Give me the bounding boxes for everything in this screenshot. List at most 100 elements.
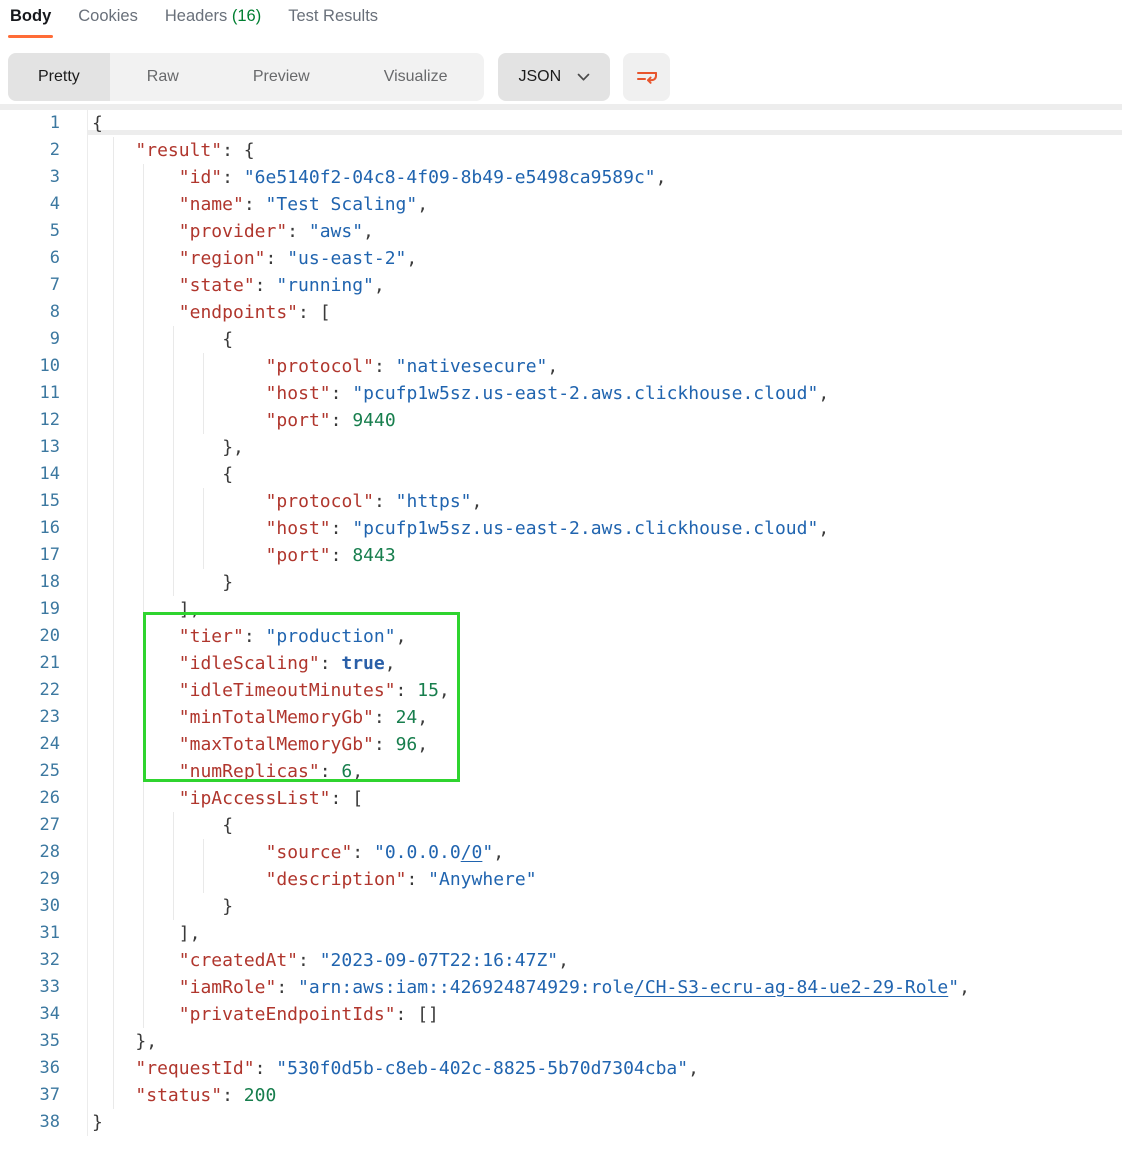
indent-guide (143, 839, 144, 866)
token-p: : (374, 734, 396, 755)
indent-guide (143, 731, 144, 758)
indent-guide (113, 947, 114, 974)
line-number: 9 (0, 326, 88, 353)
indent-guide (203, 839, 204, 866)
line-number: 10 (0, 353, 88, 380)
token-p: , (396, 626, 407, 647)
token-k: "tier" (179, 626, 244, 647)
token-k: "description" (266, 869, 407, 890)
line-number: 38 (0, 1109, 88, 1136)
response-body-editor[interactable]: 1{2"result": {3"id": "6e5140f2-04c8-4f09… (0, 110, 1122, 1166)
code-text: ], (179, 596, 201, 623)
indent-guide (173, 326, 174, 353)
indent-guide (143, 974, 144, 1001)
indent-guide (203, 515, 204, 542)
tab-body-label: Body (10, 7, 51, 25)
token-p: , (558, 950, 569, 971)
code-text: "maxTotalMemoryGb": 96, (179, 731, 428, 758)
code-text: "port": 9440 (266, 407, 396, 434)
token-s: "arn:aws:iam::426924874929:role (298, 977, 634, 998)
token-p: , (547, 356, 558, 377)
indent-guide (113, 326, 114, 353)
view-preview-button[interactable]: Preview (216, 53, 347, 101)
indent-guide (203, 488, 204, 515)
view-raw-button[interactable]: Raw (110, 53, 216, 101)
tab-cookies[interactable]: Cookies (78, 7, 138, 38)
token-p: : (331, 383, 353, 404)
line-number: 21 (0, 650, 88, 677)
token-p: , (818, 518, 829, 539)
token-p: }, (222, 437, 244, 458)
view-pretty-button[interactable]: Pretty (8, 53, 110, 101)
line-number: 2 (0, 137, 88, 164)
code-text: ], (179, 920, 201, 947)
indent-guide (113, 164, 114, 191)
indent-guide (143, 488, 144, 515)
indent-guide (173, 407, 174, 434)
tab-test-results[interactable]: Test Results (288, 7, 378, 38)
indent-guide (113, 407, 114, 434)
token-p: : (244, 626, 266, 647)
format-select-dropdown[interactable]: JSON (498, 53, 610, 101)
code-text: "iamRole": "arn:aws:iam::426924874929:ro… (179, 974, 970, 1001)
line-number: 1 (0, 110, 88, 137)
token-p: : (396, 680, 418, 701)
token-k: "status" (135, 1085, 222, 1106)
line-number: 22 (0, 677, 88, 704)
indent-guide (143, 785, 144, 812)
wrap-text-button[interactable] (623, 53, 670, 101)
token-s: " (482, 842, 493, 863)
token-k: "state" (179, 275, 255, 296)
indent-guide (113, 623, 114, 650)
code-line: 21 "idleScaling": true, (0, 650, 1122, 677)
code-text: "id": "6e5140f2-04c8-4f09-8b49-e5498ca95… (179, 164, 667, 191)
indent-guide (113, 785, 114, 812)
token-p: : (374, 356, 396, 377)
indent-guide (113, 434, 114, 461)
view-visualize-button[interactable]: Visualize (347, 53, 485, 101)
token-p: : { (222, 140, 255, 161)
code-line: 23"minTotalMemoryGb": 24, (0, 704, 1122, 731)
token-s: "0.0.0.0 (374, 842, 461, 863)
token-p: , (363, 221, 374, 242)
tab-headers-label: Headers (165, 7, 227, 25)
token-p: , (406, 248, 417, 269)
indent-guide (113, 245, 114, 272)
indent-guide (143, 866, 144, 893)
line-number: 34 (0, 1001, 88, 1028)
line-number: 13 (0, 434, 88, 461)
token-p: : (266, 248, 288, 269)
code-line: 16"host": "pcufp1w5sz.us-east-2.aws.clic… (0, 515, 1122, 542)
view-mode-group: Pretty Raw Preview Visualize (8, 53, 484, 101)
tab-headers[interactable]: Headers (16) (165, 7, 261, 38)
token-s: "Test Scaling" (266, 194, 418, 215)
token-p: , (417, 734, 428, 755)
tab-body[interactable]: Body (10, 7, 51, 38)
code-text: "idleScaling": true, (179, 650, 396, 677)
code-text: "host": "pcufp1w5sz.us-east-2.aws.clickh… (266, 515, 830, 542)
code-text: "protocol": "nativesecure", (266, 353, 559, 380)
indent-guide (143, 164, 144, 191)
token-p: : [ (331, 788, 364, 809)
token-k: "port" (266, 410, 331, 431)
token-k: "name" (179, 194, 244, 215)
token-u[interactable]: /0 (461, 842, 483, 863)
token-p: : [] (396, 1004, 439, 1025)
token-s: "https" (396, 491, 472, 512)
line-number: 33 (0, 974, 88, 1001)
indent-guide (113, 272, 114, 299)
line-number: 36 (0, 1055, 88, 1082)
token-p: , (352, 761, 363, 782)
indent-guide (143, 434, 144, 461)
line-number: 19 (0, 596, 88, 623)
token-p: , (493, 842, 504, 863)
indent-guide (113, 839, 114, 866)
token-p: : (320, 653, 342, 674)
indent-guide (143, 623, 144, 650)
line-number: 12 (0, 407, 88, 434)
token-u[interactable]: /CH-S3-ecru-ag-84-ue2-29-Role (634, 977, 948, 998)
token-k: "numReplicas" (179, 761, 320, 782)
token-s: "us-east-2" (287, 248, 406, 269)
indent-guide (203, 866, 204, 893)
indent-guide (113, 920, 114, 947)
